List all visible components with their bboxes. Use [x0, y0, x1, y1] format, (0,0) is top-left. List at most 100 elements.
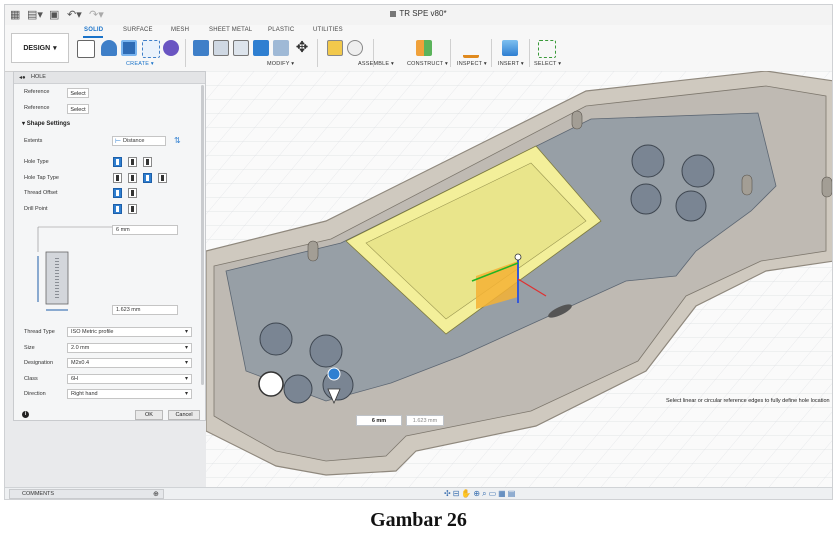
shell-icon[interactable] [253, 40, 269, 56]
dialog-title: HOLE [31, 74, 46, 80]
figure-caption: Gambar 26 [370, 509, 467, 531]
grid-settings-icon[interactable]: ▦ [498, 489, 508, 498]
button-hole [681, 154, 715, 188]
section-label: Shape Settings [26, 121, 71, 127]
chevron-down-icon: ▾ [53, 45, 57, 52]
counterbore-icon[interactable] [128, 157, 137, 167]
clearance-tap-icon[interactable] [128, 173, 137, 183]
group-create[interactable]: CREATE ▾ [126, 61, 154, 67]
diameter-input[interactable]: 6 mm [112, 225, 178, 235]
full-thread-icon[interactable] [113, 188, 122, 198]
extrude-icon[interactable] [101, 40, 117, 56]
extents-dropdown[interactable]: ⊢ Distance [112, 136, 166, 146]
measure-icon[interactable] [463, 43, 479, 58]
orbit-icon[interactable]: ✣ [444, 489, 453, 498]
offset-plane-icon[interactable] [416, 40, 432, 56]
shape-settings-section[interactable]: ▾ Shape Settings [22, 120, 70, 127]
add-comment-icon[interactable]: ⊕ [153, 490, 159, 498]
selected-hole-marker[interactable] [327, 367, 341, 381]
panel-scrollbar[interactable] [201, 85, 204, 385]
3d-viewport[interactable]: Select linear or circular reference edge… [206, 71, 833, 500]
open-hole [258, 371, 284, 397]
info-icon[interactable]: i [22, 411, 29, 418]
group-modify[interactable]: MODIFY ▾ [267, 61, 294, 67]
collapse-icon[interactable]: ◂● [19, 74, 26, 81]
reference-label: Reference [24, 89, 50, 95]
ok-button[interactable]: OK [135, 410, 163, 420]
taper-tapped-icon[interactable] [158, 173, 167, 183]
tab-surface[interactable]: SURFACE [123, 27, 153, 33]
flip-direction-icon[interactable]: ⇅ [174, 136, 181, 145]
create-sketch-icon[interactable] [77, 40, 95, 58]
reference-select-button[interactable]: Select [67, 88, 89, 98]
angled-drill-point-icon[interactable] [128, 204, 137, 214]
pattern-icon[interactable] [142, 40, 160, 58]
model-canvas[interactable] [206, 71, 833, 500]
form-icon[interactable] [163, 40, 179, 56]
hole-point-handle[interactable] [514, 253, 522, 261]
size-dropdown[interactable]: 2.0 mm [67, 343, 192, 353]
divider [185, 39, 186, 67]
designation-label: Designation [24, 360, 54, 366]
distance-input[interactable]: 6 mm [356, 415, 402, 426]
fillet-icon[interactable] [213, 40, 229, 56]
new-component-icon[interactable] [327, 40, 343, 56]
tapped-icon[interactable] [143, 173, 152, 183]
insert-image-icon[interactable] [502, 40, 518, 56]
direction-label: Direction [24, 391, 46, 397]
press-pull-icon[interactable] [193, 40, 209, 56]
thread-type-dropdown[interactable]: ISO Metric profile [67, 327, 192, 337]
zoom-icon[interactable]: ⊕ [473, 489, 482, 498]
extents-label: Extents [24, 138, 43, 144]
tab-solid[interactable]: SOLID [84, 27, 103, 33]
tab-mesh[interactable]: MESH [171, 27, 189, 33]
select-window-icon[interactable] [538, 40, 556, 58]
tab-utilities[interactable]: UTILITIES [313, 27, 343, 33]
divider [373, 39, 374, 67]
divider [491, 39, 492, 67]
viewports-icon[interactable]: ▤ [508, 489, 518, 498]
depth-input[interactable]: 1.623 mm [406, 415, 444, 426]
reference-select-button[interactable]: Select [67, 104, 89, 114]
depth-field[interactable]: 1.623 mm [112, 305, 178, 315]
document-title: TR SPE v80* [5, 9, 832, 18]
comments-panel[interactable]: COMMENTS ⊕ [9, 489, 164, 499]
reference-label: Reference [24, 105, 50, 111]
size-label: Size [24, 345, 35, 351]
tab-plastic[interactable]: PLASTIC [268, 27, 294, 33]
move-icon[interactable]: ✥ [294, 40, 310, 56]
mounting-boss [821, 176, 832, 198]
hole-dialog: ◂● HOLE Reference Select Reference Selec… [13, 71, 206, 421]
class-dropdown[interactable]: 6H [67, 374, 192, 384]
chamfer-icon[interactable] [233, 40, 249, 56]
mounting-boss [741, 174, 753, 196]
thread-type-label: Thread Type [24, 329, 55, 335]
toolbar-ribbon: DESIGN ▾ SOLID SURFACE MESH SHEET METAL … [5, 25, 832, 72]
hole-diagram [37, 226, 114, 311]
simple-tap-icon[interactable] [113, 173, 122, 183]
group-assemble[interactable]: ASSEMBLE ▾ [358, 61, 394, 67]
combine-icon[interactable] [273, 40, 289, 56]
tab-sheet-metal[interactable]: SHEET METAL [209, 27, 252, 33]
simple-hole-icon[interactable] [113, 157, 122, 167]
group-inspect[interactable]: INSPECT ▾ [457, 61, 487, 67]
pan-icon[interactable]: ✋ [461, 489, 473, 498]
extents-value: Distance [123, 138, 145, 144]
dialog-header[interactable]: ◂● HOLE [14, 72, 205, 84]
display-settings-icon[interactable]: ▭ [489, 489, 499, 498]
workspace-switcher[interactable]: DESIGN ▾ [11, 33, 69, 63]
hole-type-label: Hole Type [24, 159, 49, 165]
cancel-button[interactable]: Cancel [168, 410, 200, 420]
group-select[interactable]: SELECT ▾ [534, 61, 561, 67]
joint-icon[interactable] [347, 40, 363, 56]
countersink-icon[interactable] [143, 157, 152, 167]
group-insert[interactable]: INSERT ▾ [498, 61, 524, 67]
divider [450, 39, 451, 67]
flat-drill-point-icon[interactable] [113, 204, 122, 214]
partial-thread-icon[interactable] [128, 188, 137, 198]
group-construct[interactable]: CONSTRUCT ▾ [407, 61, 448, 67]
hole-icon[interactable] [121, 40, 137, 56]
designation-dropdown[interactable]: M2x0.4 [67, 358, 192, 368]
direction-dropdown[interactable]: Right hand [67, 389, 192, 399]
button-hole [631, 144, 665, 178]
